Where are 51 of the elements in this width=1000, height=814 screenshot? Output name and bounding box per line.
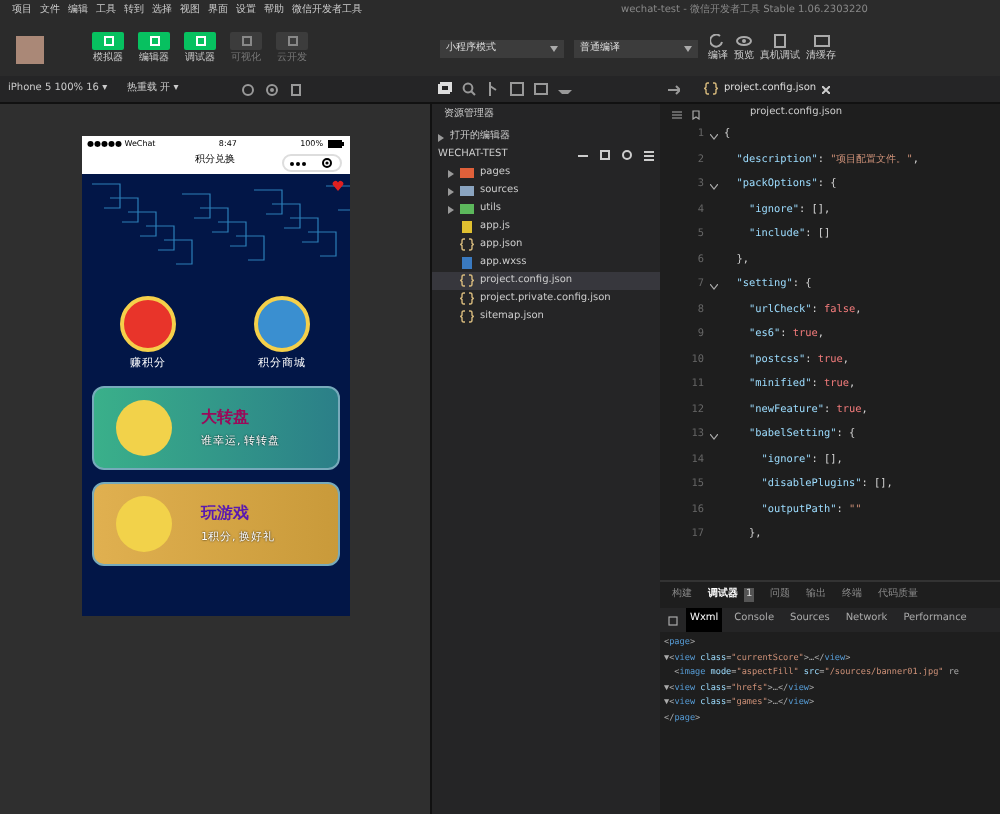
chevron-icon	[448, 169, 454, 177]
braces-icon	[704, 82, 718, 96]
panel-icon	[195, 35, 205, 46]
card-title: 玩游戏	[201, 502, 251, 527]
caret-icon	[684, 46, 692, 52]
braces-icon	[460, 274, 474, 288]
round-illustration	[120, 296, 176, 352]
fold-chevron-icon[interactable]	[710, 133, 718, 140]
cartoon-illustration	[113, 398, 173, 459]
bookmark-icon	[692, 109, 700, 119]
fold-chevron-icon[interactable]	[710, 183, 718, 190]
fold-chevron-icon[interactable]	[710, 433, 718, 440]
avatar-placeholder	[16, 35, 44, 63]
panel-icon	[149, 35, 159, 46]
heart-icon	[331, 180, 343, 192]
toolbar-icon	[813, 33, 829, 48]
card-title: 大转盘	[201, 406, 251, 431]
toggle-button[interactable]	[230, 31, 262, 50]
close-circle-icon	[321, 158, 332, 168]
toggle-button[interactable]	[92, 31, 124, 50]
list-icon	[672, 109, 682, 119]
round-illustration	[254, 296, 310, 352]
caret-icon	[550, 46, 558, 52]
chevron-icon	[438, 133, 444, 141]
fold-chevron-icon[interactable]	[710, 283, 718, 290]
panel-icon	[103, 35, 113, 46]
menu-capsule[interactable]	[281, 154, 341, 172]
toggle-button[interactable]	[138, 31, 170, 50]
braces-icon	[460, 310, 474, 324]
panel-icon	[241, 35, 251, 46]
braces-icon	[460, 292, 474, 306]
panel-toggle-icon	[668, 83, 680, 95]
cartoon-illustration	[113, 494, 173, 555]
toolbar-icon	[644, 149, 654, 161]
battery-icon	[327, 139, 343, 147]
toggle-button[interactable]	[276, 31, 308, 50]
inspect-icon	[668, 615, 678, 625]
file-icon	[460, 256, 474, 270]
chevron-icon	[448, 205, 454, 213]
toolbar-icon	[710, 33, 726, 48]
toolbar-icon	[772, 33, 788, 48]
chevron-icon	[448, 187, 454, 195]
close-icon	[822, 85, 831, 93]
file-icon	[460, 220, 474, 234]
sidebar-tool-icon	[462, 82, 476, 96]
braces-icon	[460, 238, 474, 252]
sidebar-tool-icon	[438, 82, 452, 96]
panel-icon	[287, 35, 297, 46]
toolbar-icon	[736, 33, 752, 48]
sidebar-tool-icon	[486, 82, 500, 96]
toggle-button[interactable]	[184, 31, 216, 50]
